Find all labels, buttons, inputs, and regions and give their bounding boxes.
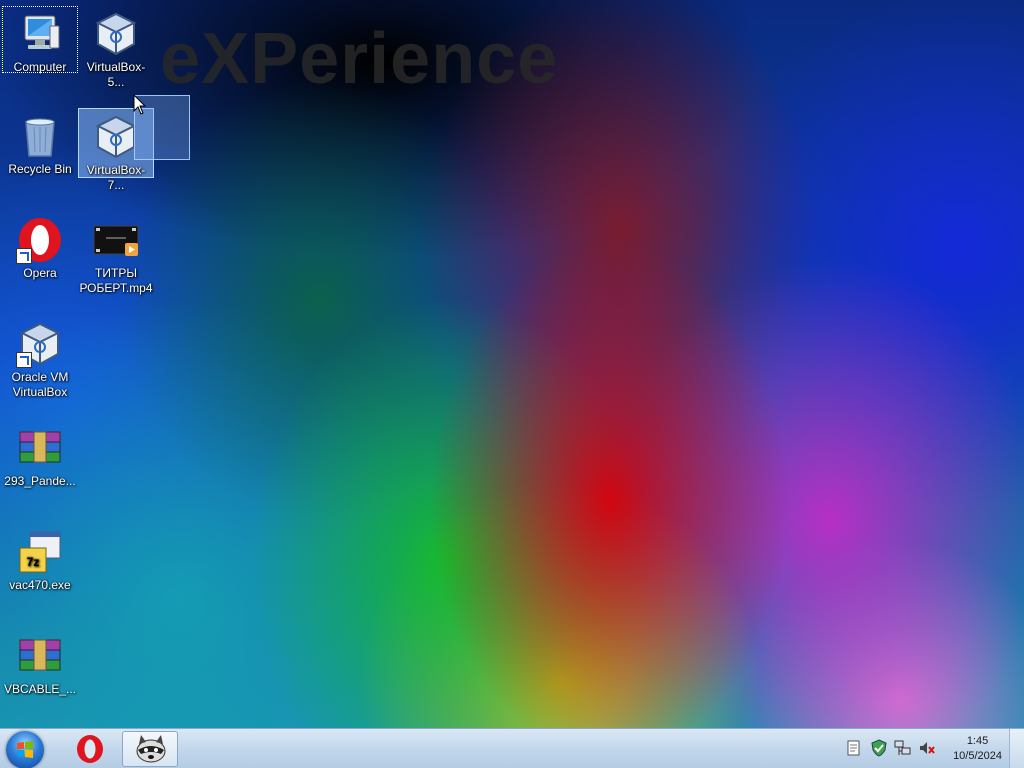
desktop-icon-label: VBCABLE_...	[3, 682, 77, 696]
taskbar: 1:45 10/5/2024	[0, 728, 1024, 768]
desktop-icon-label: Oracle VM VirtualBox	[11, 370, 69, 399]
desktop-icon-label: Computer	[13, 60, 67, 74]
mouse-cursor-icon	[133, 94, 147, 115]
winrar-archive-icon	[16, 632, 64, 680]
recycle-bin-icon	[16, 112, 64, 160]
desktop-icon-opera[interactable]: Opera	[2, 212, 78, 281]
desktop-icon-computer[interactable]: Computer	[2, 6, 78, 74]
desktop-icon-recycle-bin[interactable]: Recycle Bin	[2, 108, 78, 177]
desktop-icon-label: vac470.exe	[9, 578, 71, 592]
virtualbox-icon	[92, 10, 140, 58]
network-icon[interactable]	[894, 739, 911, 757]
svg-text:7z: 7z	[27, 555, 40, 569]
virtualbox-icon	[16, 320, 64, 368]
desktop-icon-label: VirtualBox-7...	[86, 163, 146, 192]
video-file-icon	[92, 216, 140, 264]
opera-icon	[16, 216, 64, 264]
desktop-icon-label: VirtualBox-5...	[86, 60, 146, 89]
volume-muted-icon[interactable]	[918, 739, 935, 757]
desktop-icon-label: Opera	[23, 266, 57, 280]
desktop-icon-archive-293[interactable]: 293_Pande...	[2, 420, 78, 489]
desktop-icon-virtualbox-5[interactable]: VirtualBox-5...	[78, 6, 154, 90]
desktop-icon-label: ТИТРЫ РОБЕРТ.mp4	[79, 266, 153, 295]
desktop-icon-vbcable[interactable]: VBCABLE_...	[2, 628, 78, 697]
computer-icon	[16, 10, 64, 58]
desktop-icon-label: 293_Pande...	[4, 474, 76, 488]
clock-time: 1:45	[966, 735, 989, 747]
desktop-icon-video-file[interactable]: ТИТРЫ РОБЕРТ.mp4	[78, 212, 154, 296]
taskbar-clock[interactable]: 1:45 10/5/2024	[953, 734, 1002, 764]
shortcut-arrow-icon	[16, 248, 32, 264]
security-shield-icon[interactable]	[870, 739, 887, 757]
action-center-icon[interactable]	[846, 739, 862, 757]
desktop-icon-label: Recycle Bin	[8, 162, 72, 176]
raccoon-app-icon[interactable]	[122, 731, 178, 767]
desktop-icon-vac470[interactable]: 7z vac470.exe	[2, 524, 78, 593]
windows-start-icon[interactable]	[6, 731, 44, 768]
opera-taskbar-icon[interactable]	[62, 731, 118, 767]
shortcut-arrow-icon	[16, 352, 32, 368]
clock-date: 10/5/2024	[953, 750, 1002, 762]
winrar-archive-icon	[16, 424, 64, 472]
virtualbox-icon	[92, 113, 140, 161]
desktop-icon-oracle-virtualbox[interactable]: Oracle VM VirtualBox	[2, 316, 78, 400]
wallpaper-watermark: eXPerience	[160, 19, 559, 99]
show-desktop-button[interactable]	[1009, 729, 1024, 768]
7zip-installer-icon: 7z	[16, 528, 64, 576]
